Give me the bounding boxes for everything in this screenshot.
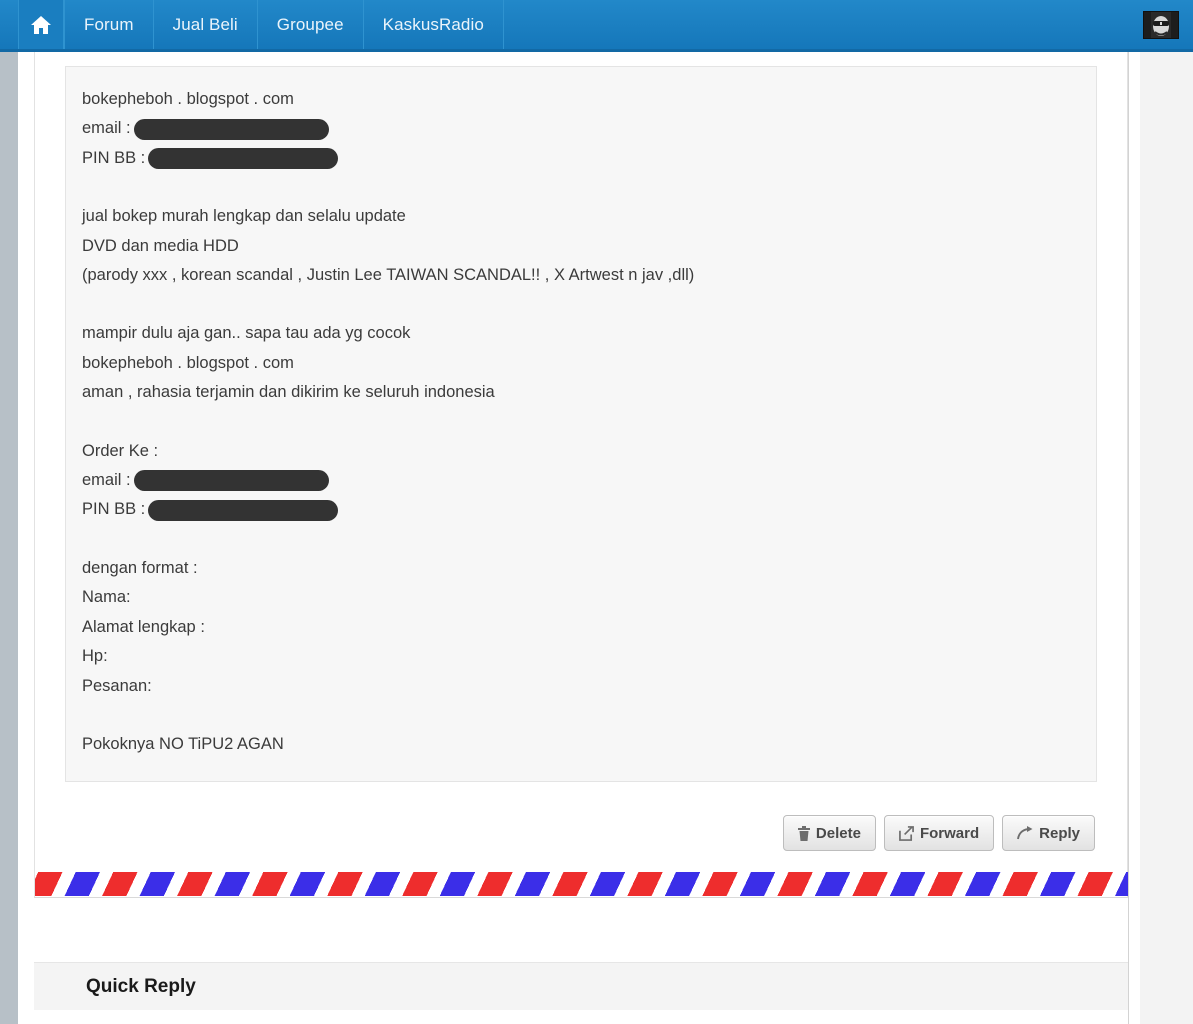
right-side-panel — [1140, 52, 1193, 1024]
post-line: mampir dulu aja gan.. sapa tau ada yg co… — [82, 319, 1080, 348]
top-navigation-bar: Forum Jual Beli Groupee KaskusRadio — [0, 0, 1193, 52]
post-line-text: Alamat lengkap : — [82, 617, 205, 636]
post-container: bokepheboh . blogspot . com email : PIN BB… — [34, 52, 1128, 898]
home-icon — [30, 15, 52, 35]
post-line-text: email : — [82, 119, 131, 138]
post-action-buttons: Delete Forward Reply — [782, 815, 1095, 851]
post-line-blank — [82, 701, 1080, 730]
forward-button[interactable]: Forward — [883, 815, 995, 851]
delete-button-label: Delete — [815, 824, 861, 842]
home-button[interactable] — [18, 0, 64, 49]
nav-item-list: Forum Jual Beli Groupee KaskusRadio — [64, 0, 504, 49]
post-line: Pokoknya NO TiPU2 AGAN — [82, 730, 1080, 759]
post-line-blank — [82, 408, 1080, 437]
post-line-text: DVD dan media HDD — [82, 236, 239, 255]
right-gutter — [1128, 52, 1140, 1024]
post-line: DVD dan media HDD — [82, 232, 1080, 261]
forward-button-label: Forward — [919, 824, 980, 842]
left-gutter — [0, 52, 18, 1024]
post-line-text: bokepheboh . blogspot . com — [82, 353, 294, 372]
post-line-text: PIN BB : — [82, 148, 146, 167]
redaction-bar — [133, 470, 329, 492]
post-line: Nama: — [82, 583, 1080, 612]
redaction-bar — [148, 499, 339, 521]
post-line: Pesanan: — [82, 672, 1080, 701]
nav-item-label: KaskusRadio — [382, 14, 484, 34]
post-line-text: Pesanan: — [82, 676, 152, 695]
redaction-bar — [148, 148, 339, 170]
post-line: aman , rahasia terjamin dan dikirim ke s… — [82, 378, 1080, 407]
post-line-blank — [82, 173, 1080, 202]
trash-icon — [797, 825, 810, 841]
post-line: PIN BB : — [82, 495, 1080, 524]
post-line-blank — [82, 290, 1080, 319]
post-line-text: bokepheboh . blogspot . com — [82, 90, 294, 108]
post-message-body: bokepheboh . blogspot . com email : PIN BB… — [65, 66, 1097, 783]
post-line-text: dengan format : — [82, 558, 198, 577]
reply-arrow-icon — [1017, 826, 1033, 840]
nav-item-label: Jual Beli — [172, 14, 238, 34]
nav-item-label: Forum — [84, 14, 134, 34]
post-line-text: aman , rahasia terjamin dan dikirim ke s… — [82, 383, 495, 402]
post-line-text: mampir dulu aja gan.. sapa tau ada yg co… — [82, 324, 411, 343]
post-line-text: (parody xxx , korean scandal , Justin Le… — [82, 266, 695, 285]
redaction-bar — [133, 118, 329, 140]
nav-item-forum[interactable]: Forum — [64, 0, 154, 49]
quick-reply-section[interactable]: Quick Reply — [34, 962, 1128, 1010]
post-line: (parody xxx , korean scandal , Justin Le… — [82, 261, 1080, 290]
post-line-text: Pokoknya NO TiPU2 AGAN — [82, 734, 284, 753]
airmail-stripe-pattern — [35, 872, 1128, 896]
reply-button-label: Reply — [1039, 824, 1080, 842]
airmail-divider — [35, 872, 1128, 896]
post-line: email : — [82, 114, 1080, 143]
post-line-text: Nama: — [82, 588, 131, 607]
avatar-thumbnail-icon — [1144, 12, 1178, 38]
quick-reply-title: Quick Reply — [86, 975, 196, 997]
nav-item-kaskusradio[interactable]: KaskusRadio — [364, 0, 504, 49]
avatar[interactable] — [1143, 11, 1179, 39]
nav-item-label: Groupee — [276, 14, 344, 34]
post-line-blank — [82, 525, 1080, 554]
post-line-text: Hp: — [82, 647, 108, 666]
post-line: Alamat lengkap : — [82, 613, 1080, 642]
reply-button[interactable]: Reply — [1002, 815, 1095, 851]
post-line: bokepheboh . blogspot . com — [82, 349, 1080, 378]
post-line: jual bokep murah lengkap dan selalu upda… — [82, 202, 1080, 231]
delete-button[interactable]: Delete — [782, 815, 876, 851]
post-line-text: jual bokep murah lengkap dan selalu upda… — [82, 207, 406, 226]
nav-item-jual-beli[interactable]: Jual Beli — [154, 0, 258, 49]
share-box-icon — [899, 825, 914, 841]
post-line: bokepheboh . blogspot . com — [82, 85, 1080, 114]
nav-item-groupee[interactable]: Groupee — [258, 0, 364, 49]
post-line-text: Order Ke : — [82, 441, 159, 460]
post-line: PIN BB : — [82, 144, 1080, 173]
post-line: dengan format : — [82, 554, 1080, 583]
post-line: email : — [82, 466, 1080, 495]
post-line-text: PIN BB : — [82, 500, 146, 519]
post-line: Hp: — [82, 642, 1080, 671]
post-line-text: email : — [82, 471, 131, 490]
post-line: Order Ke : — [82, 437, 1080, 466]
